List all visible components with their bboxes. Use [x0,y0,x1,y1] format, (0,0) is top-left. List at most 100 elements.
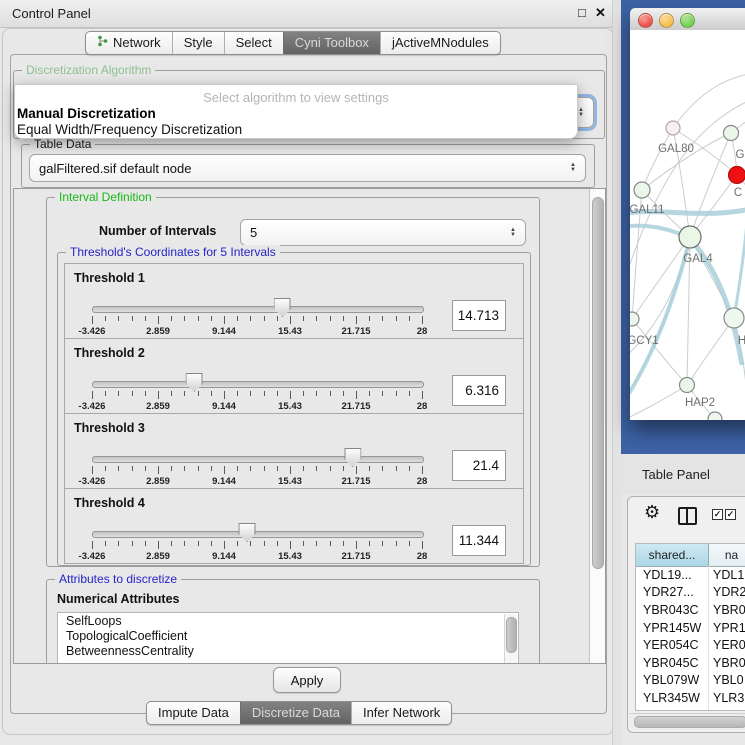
network-node-c[interactable] [729,167,745,184]
tab-discretize-data[interactable]: Discretize Data [240,702,351,724]
slider-thumb[interactable] [186,373,203,392]
slider-thumb[interactable] [344,448,361,467]
network-graph[interactable]: GAL80GCGAL11GAL4GCY1HHAP2 [630,30,745,420]
settings-scrollbar[interactable] [589,189,605,663]
attribute-item-topologicalcoefficient[interactable]: TopologicalCoefficient [58,628,518,643]
tick-mark [382,391,383,396]
number-of-intervals-combo[interactable]: 5 ▲▼ [240,219,526,246]
tick-mark [211,541,212,546]
algorithm-placeholder-option[interactable]: Select algorithm to view settings [15,90,577,105]
table-data-combo[interactable]: galFiltered.sif default node ▲▼ [29,154,586,182]
network-node-gal11[interactable] [634,182,650,198]
slider-thumb[interactable] [239,523,256,542]
slider-track[interactable] [92,531,424,538]
threshold-value-field[interactable]: 21.4 [452,450,506,481]
threshold-label: Threshold 4 [74,496,145,510]
tick-label: 2.859 [146,551,170,562]
tick-mark [356,466,357,474]
tick-mark [92,541,93,549]
tab-cyni-toolbox[interactable]: Cyni Toolbox [283,32,380,54]
slider-track[interactable] [92,381,424,388]
tick-mark [250,541,251,546]
tab-style[interactable]: Style [172,32,224,54]
tab-select[interactable]: Select [224,32,283,54]
combo-arrows-icon: ▲▼ [565,163,585,173]
tab-label: Style [184,35,213,50]
table-row[interactable]: YLR345WYLR3 [636,689,745,707]
scrollbar-thumb[interactable] [592,197,604,569]
network-node-g[interactable] [724,126,739,141]
table-row[interactable]: YDL19...YDL1 [636,566,745,584]
network-node-gcy1[interactable] [630,312,639,326]
table-horizontal-scrollbar[interactable] [629,713,745,728]
checkbox-icon[interactable]: ✓ [725,509,736,520]
tab-jactivemnodules[interactable]: jActiveMNodules [380,32,500,54]
scrollbar-thumb[interactable] [634,716,745,728]
table-row[interactable]: YPR145WYPR1 [636,619,745,637]
tick-mark [409,541,410,546]
threshold-value-field[interactable]: 6.316 [452,375,506,406]
tick-label: 2.859 [146,476,170,487]
table-row[interactable]: YDR27...YDR2 [636,584,745,602]
threshold-value-field[interactable]: 14.713 [452,300,506,331]
threshold-value-field[interactable]: 11.344 [452,525,506,556]
network-window-titlebar[interactable] [630,8,745,31]
tab-infer-network[interactable]: Infer Network [351,702,451,724]
attribute-item-betweennesscentrality[interactable]: BetweennessCentrality [58,643,518,658]
slider-track[interactable] [92,456,424,463]
numerical-attributes-list[interactable]: SelfLoopsTopologicalCoefficientBetweenne… [57,612,519,664]
algorithm-option-equal-width[interactable]: Equal Width/Frequency Discretization [17,122,242,137]
tab-impute-data[interactable]: Impute Data [147,702,240,724]
tab-network[interactable]: Network [86,32,172,54]
threshold-label: Threshold 1 [74,271,145,285]
network-node-gal80[interactable] [666,121,680,135]
tick-mark [145,391,146,396]
table-row[interactable]: YBL079WYBL0 [636,672,745,690]
slider-tick-labels: -3.4262.8599.14415.4321.71528 [92,401,422,412]
column-header-shared-name[interactable]: shared... [636,544,709,566]
close-window-icon[interactable]: ✕ [595,5,606,21]
algorithm-option-manual[interactable]: Manual Discretization [17,106,156,121]
cell-name: YDL1 [709,566,745,584]
columns-icon[interactable] [678,507,697,525]
attribute-item-selfloops[interactable]: SelfLoops [58,613,518,628]
table-row[interactable]: YBR045CYBR0 [636,654,745,672]
gear-icon[interactable]: ⚙ [644,502,660,523]
tick-label: -3.426 [79,326,106,337]
tick-mark [198,316,199,321]
close-traffic-light-icon[interactable] [638,13,653,28]
numerical-attributes-label: Numerical Attributes [57,592,179,606]
attributes-scrollbar[interactable] [504,614,517,664]
tick-mark [343,316,344,321]
tick-mark [382,541,383,546]
table-row[interactable]: YER054CYER0 [636,636,745,654]
table-data-box: Table Data galFiltered.sif default node … [21,144,595,188]
tick-mark [158,316,159,324]
tick-mark [132,466,133,471]
tick-mark [303,391,304,396]
network-node[interactable] [708,412,722,420]
slider-thumb[interactable] [274,298,291,317]
node-label: GAL4 [683,253,713,265]
tick-mark [303,541,304,546]
cell-shared-name: YDR27... [636,584,709,602]
scrollbar-thumb[interactable] [506,617,517,653]
tick-mark [277,316,278,321]
column-header-name[interactable]: na [709,544,745,566]
tick-mark [171,316,172,321]
zoom-traffic-light-icon[interactable] [680,13,695,28]
table-row[interactable]: YIL052CYIL0 [636,707,745,710]
tick-mark [118,316,119,321]
network-canvas[interactable]: GAL80GCGAL11GAL4GCY1HHAP2 [630,30,745,420]
float-window-icon[interactable]: □ [578,5,586,20]
network-node-gal4[interactable] [679,226,701,248]
table-row[interactable]: YBR043CYBR0 [636,601,745,619]
apply-button[interactable]: Apply [273,667,341,693]
network-node-h[interactable] [724,308,744,328]
tick-mark [356,391,357,399]
interval-definition-title: Interval Definition [55,190,156,204]
minimize-traffic-light-icon[interactable] [659,13,674,28]
checkbox-icon[interactable]: ✓ [712,509,723,520]
slider-track[interactable] [92,306,424,313]
network-node-hap2[interactable] [680,378,695,393]
